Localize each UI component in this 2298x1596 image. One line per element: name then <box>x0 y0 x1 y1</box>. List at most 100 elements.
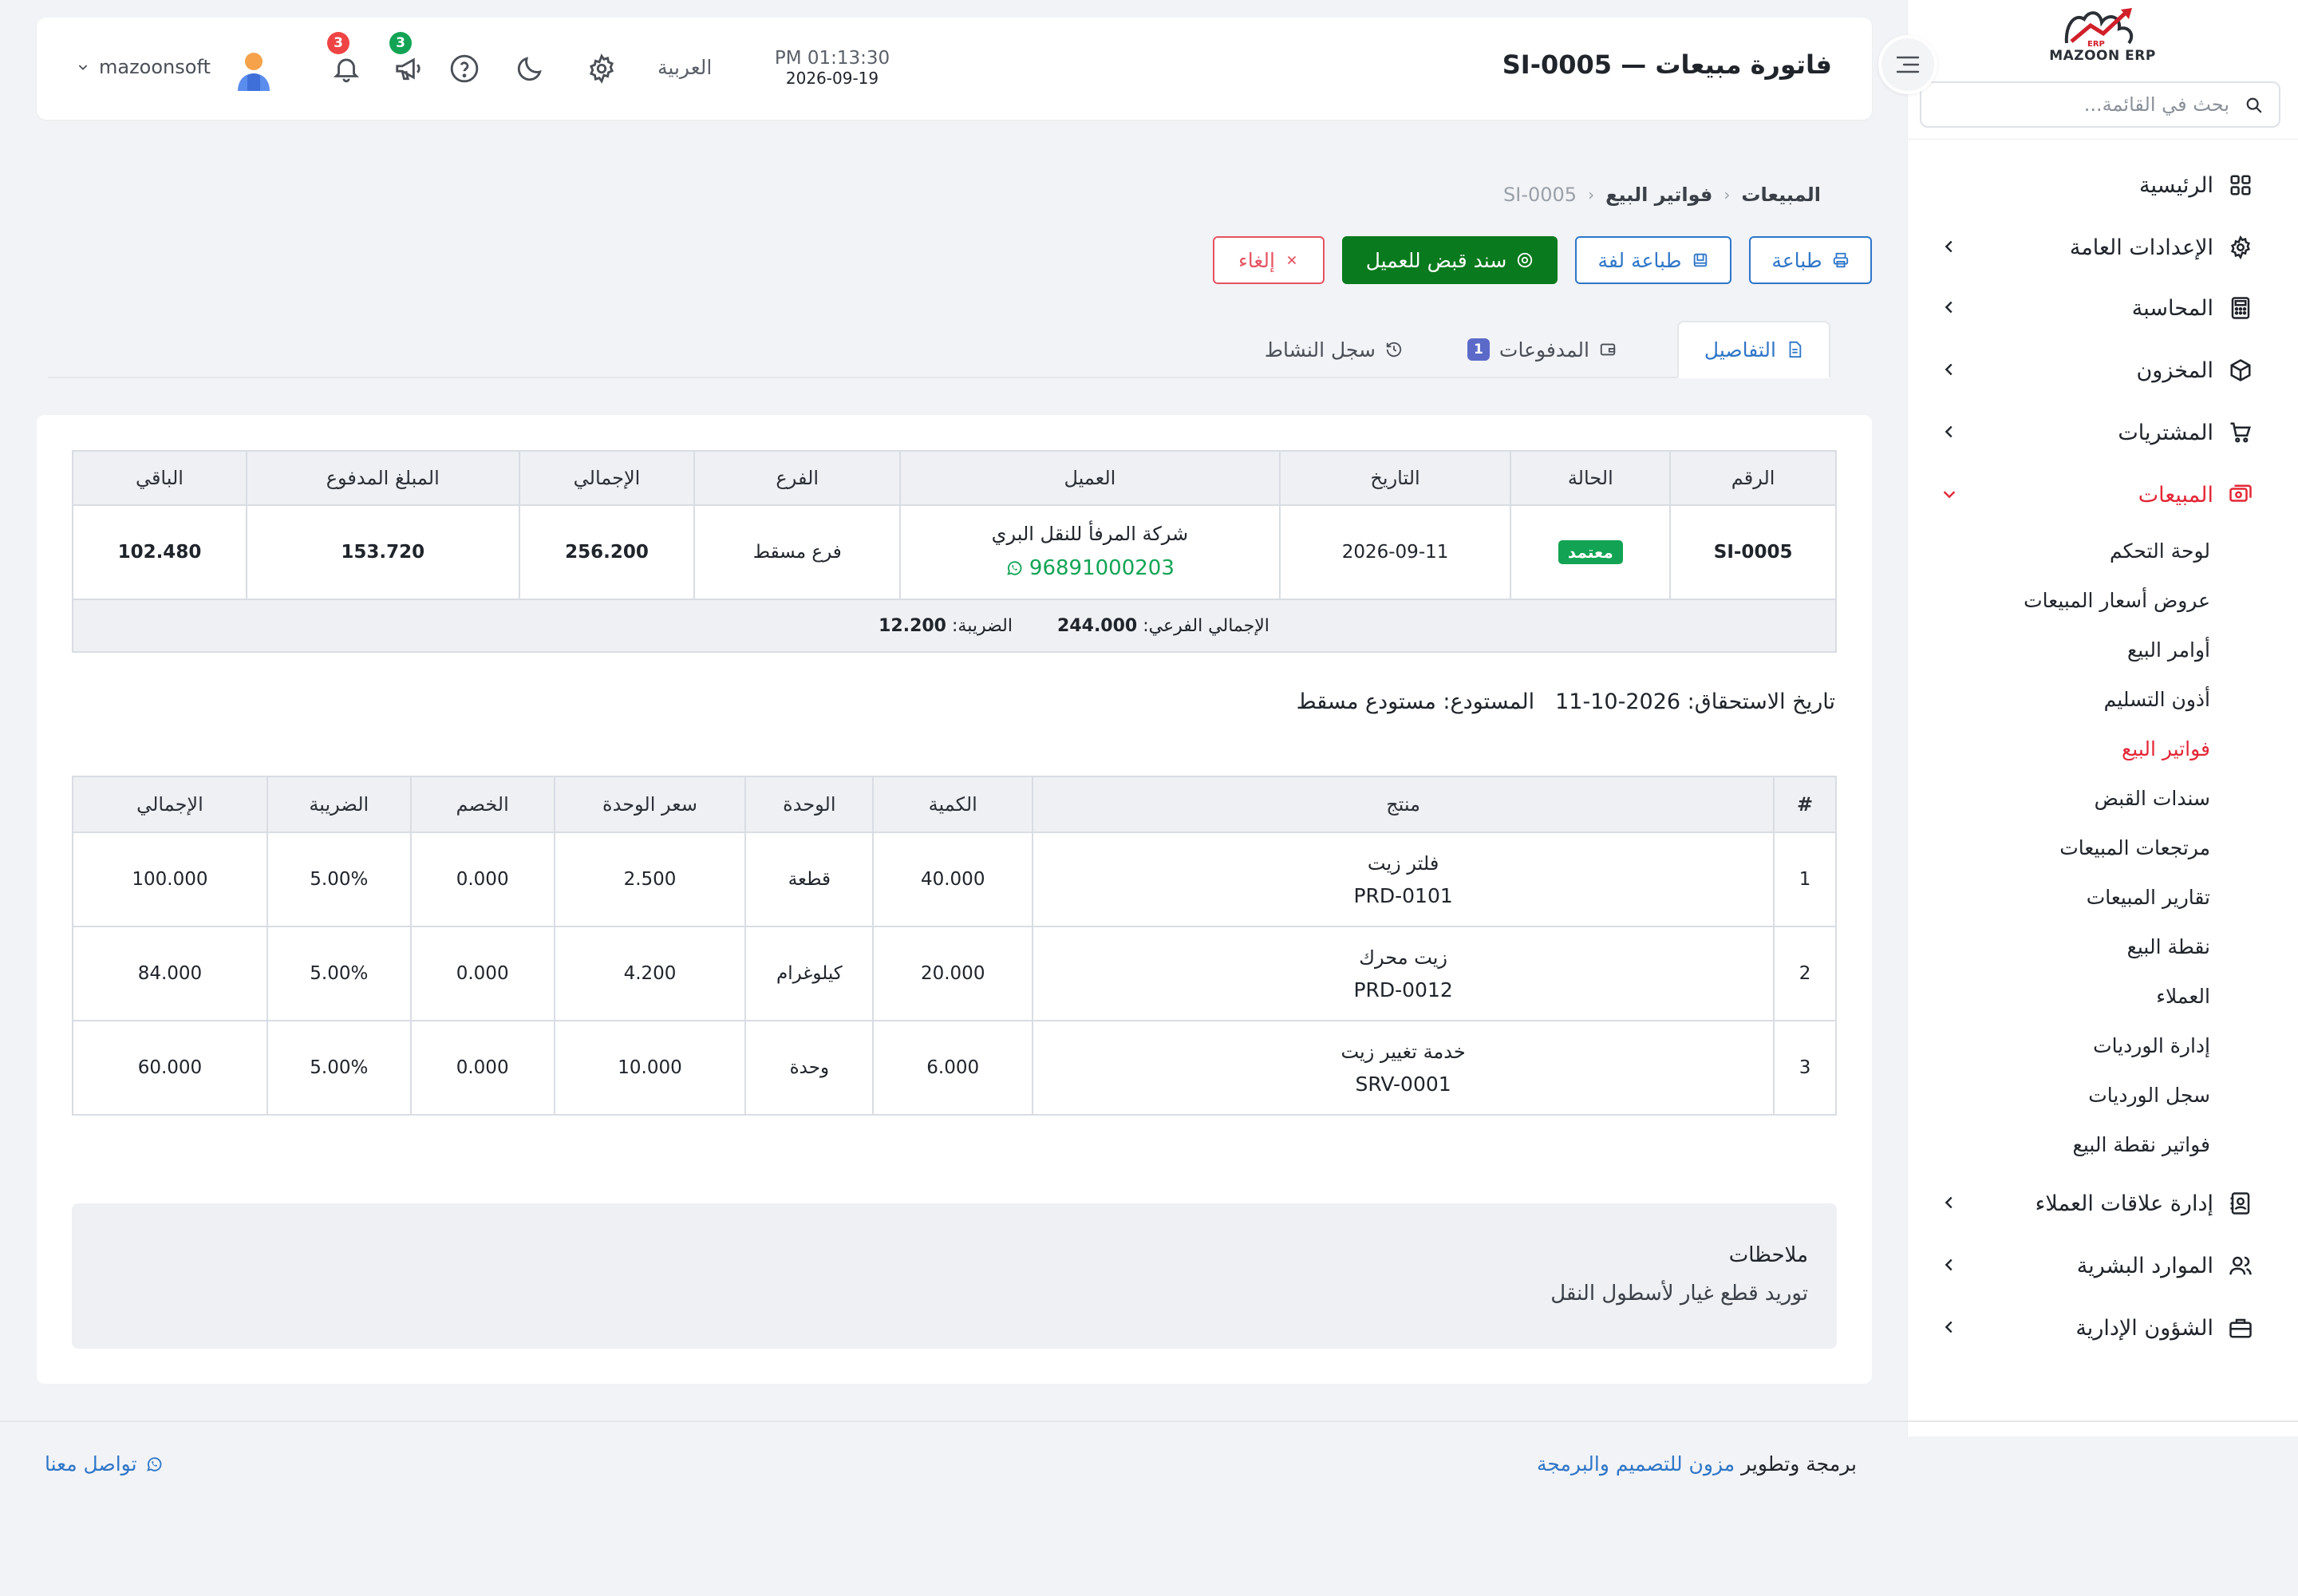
customer-whatsapp-link[interactable]: 96891000203 <box>1005 556 1175 580</box>
menu-item-crm[interactable]: إدارة علاقات العملاء <box>1941 1179 2257 1227</box>
warehouse-value: مستودع مسقط <box>1296 689 1436 714</box>
whatsapp-icon <box>1005 559 1023 577</box>
menu-item-purchases[interactable]: المشتريات <box>1941 409 2257 456</box>
unit: وحدة <box>744 1020 875 1116</box>
menu-item-accounting[interactable]: المحاسبة <box>1941 284 2257 332</box>
receipt-printer-icon <box>1692 251 1709 269</box>
announcements-button[interactable]: 3 <box>389 32 426 86</box>
print-button[interactable]: طباعة <box>1749 236 1872 284</box>
tab-payments[interactable]: المدفوعات 1 <box>1442 321 1642 378</box>
chevron-left-icon <box>1941 361 1958 378</box>
sidebar: ERP MAZOON ERP الرئيسية الإعدادات العامة… <box>1907 0 2298 1436</box>
company-logo[interactable]: ERP MAZOON ERP <box>2043 2 2162 65</box>
money-circle-icon <box>1516 251 1534 269</box>
cancel-button[interactable]: إلغاء <box>1213 236 1325 284</box>
column-header: الإجمالي <box>518 450 696 506</box>
column-header: الفرع <box>693 450 902 506</box>
quantity: 20.000 <box>872 926 1034 1021</box>
submenu-item-sales-reports[interactable]: تقارير المبيعات <box>2087 878 2210 918</box>
notes-title: ملاحظات <box>1728 1243 1808 1267</box>
menu-item-sales[interactable]: المبيعات <box>1941 471 2257 519</box>
product-code: SRV-0001 <box>1355 1072 1451 1096</box>
moon-icon <box>515 53 545 84</box>
sidebar-search-input[interactable] <box>1942 91 2229 118</box>
submenu-item-sales-returns[interactable]: مرتجعات المبيعات <box>2059 828 2210 868</box>
footer-divider <box>0 1420 2298 1422</box>
chevron-left-icon <box>1941 1256 1958 1274</box>
menu-collapse-icon <box>1894 53 1921 77</box>
notes-body: توريد قطع غيار لأسطول النقل <box>1550 1282 1808 1306</box>
invoice-card: الرقم الحالة التاريخ العميل الفرع الإجما… <box>37 415 1872 1384</box>
discount: 0.000 <box>409 926 555 1021</box>
print-roll-button[interactable]: طباعة لفة <box>1575 236 1731 284</box>
product-cell: خدمة تغيير زيت SRV-0001 <box>1032 1020 1775 1116</box>
menu-item-label: المبيعات <box>2138 482 2213 508</box>
summary-footer-cell: الإجمالي الفرعي: 244.000 الضريبة: 12.200 <box>72 598 1837 653</box>
briefcase-icon <box>2225 1312 2257 1344</box>
menu-item-admin-affairs[interactable]: الشؤون الإدارية <box>1941 1304 2257 1352</box>
submenu-item-pos[interactable]: نقطة البيع <box>2127 927 2210 967</box>
column-header: # <box>1773 776 1837 833</box>
user-menu[interactable]: mazoonsoft <box>77 56 211 78</box>
dark-mode-toggle[interactable] <box>512 51 547 86</box>
language-switcher[interactable]: العربية <box>657 56 712 79</box>
customer-receipt-button[interactable]: سند قبض للعميل <box>1342 236 1558 284</box>
sidebar-toggle-button[interactable] <box>1878 35 1937 94</box>
breadcrumb-sales[interactable]: المبيعات <box>1741 184 1821 206</box>
items-header-row: # منتج الكمية الوحدة سعر الوحدة الخصم ال… <box>72 776 1837 833</box>
quantity: 6.000 <box>872 1020 1034 1116</box>
avatar[interactable] <box>236 51 271 91</box>
menu-item-label: الموارد البشرية <box>2076 1253 2213 1278</box>
invoice-items-table: # منتج الكمية الوحدة سعر الوحدة الخصم ال… <box>72 776 1837 1116</box>
footer-credit-prefix: برمجة وتطوير <box>1741 1452 1857 1476</box>
megaphone-icon <box>393 53 424 84</box>
announcements-badge: 3 <box>389 32 412 54</box>
contact-us-link[interactable]: تواصل معنا <box>45 1452 163 1476</box>
column-header: الوحدة <box>744 776 875 833</box>
status-cell: معتمد <box>1510 504 1672 600</box>
submenu-item-sales-invoices[interactable]: فواتير البيع <box>2122 729 2210 769</box>
chevron-down-icon <box>1941 485 1958 503</box>
tab-activity-log[interactable]: سجل النشاط <box>1239 321 1428 378</box>
tab-details[interactable]: التفاصيل <box>1676 321 1830 378</box>
submenu-item-pos-invoices[interactable]: فواتير نقطة البيع <box>2073 1125 2210 1165</box>
gear-icon <box>586 53 617 84</box>
unit: قطعة <box>744 832 875 927</box>
customer-receipt-label: سند قبض للعميل <box>1365 248 1507 272</box>
column-header: الباقي <box>72 450 247 506</box>
submenu-item-quotations[interactable]: عروض أسعار المبيعات <box>2024 581 2210 621</box>
footer-credit-link[interactable]: مزون للتصميم والبرمجة <box>1537 1452 1735 1476</box>
settings-button[interactable] <box>584 51 619 86</box>
top-header: فاتورة مبيعات — SI-0005 PM 01:13:30 2026… <box>37 18 1872 120</box>
tab-payments-label: المدفوعات <box>1498 338 1589 361</box>
submenu-item-sales-orders[interactable]: أوامر البيع <box>2127 630 2210 670</box>
unit: كيلوغرام <box>744 926 875 1021</box>
menu-item-general-settings[interactable]: الإعدادات العامة <box>1941 223 2257 271</box>
column-header: منتج <box>1032 776 1775 833</box>
menu-item-home[interactable]: الرئيسية <box>1941 161 2257 209</box>
sidebar-divider <box>1907 139 2298 140</box>
submenu-item-dashboard[interactable]: لوحة التحكم <box>2110 531 2210 571</box>
notifications-button[interactable]: 3 <box>327 32 364 86</box>
summary-header-row: الرقم الحالة التاريخ العميل الفرع الإجما… <box>72 450 1837 506</box>
menu-item-label: الإعدادات العامة <box>2069 235 2213 260</box>
history-icon <box>1385 341 1403 358</box>
notifications-badge: 3 <box>327 32 349 54</box>
submenu-item-delivery-notes[interactable]: أذون التسليم <box>2104 680 2210 720</box>
column-header: الإجمالي <box>72 776 268 833</box>
table-row: 3 خدمة تغيير زيت SRV-0001 6.000 وحدة 10.… <box>72 1020 1837 1116</box>
help-button[interactable] <box>447 51 482 86</box>
whatsapp-icon <box>145 1456 163 1473</box>
summary-footer-row: الإجمالي الفرعي: 244.000 الضريبة: 12.200 <box>72 598 1837 653</box>
submenu-item-shift-management[interactable]: إدارة الورديات <box>2093 1026 2210 1066</box>
menu-item-hr[interactable]: الموارد البشرية <box>1941 1242 2257 1290</box>
menu-item-inventory[interactable]: المخزون <box>1941 346 2257 394</box>
submenu-item-receipts[interactable]: سندات القبض <box>2095 779 2210 819</box>
tab-bar: التفاصيل المدفوعات 1 سجل النشاط <box>48 321 1830 378</box>
subtotal: الإجمالي الفرعي: 244.000 <box>1057 616 1269 636</box>
submenu-item-shift-log[interactable]: سجل الورديات <box>2088 1076 2210 1116</box>
row-index: 3 <box>1773 1020 1837 1116</box>
users-icon <box>2225 1250 2257 1282</box>
breadcrumb-invoices[interactable]: فواتير البيع <box>1605 184 1712 206</box>
submenu-item-customers[interactable]: العملاء <box>2156 977 2210 1017</box>
